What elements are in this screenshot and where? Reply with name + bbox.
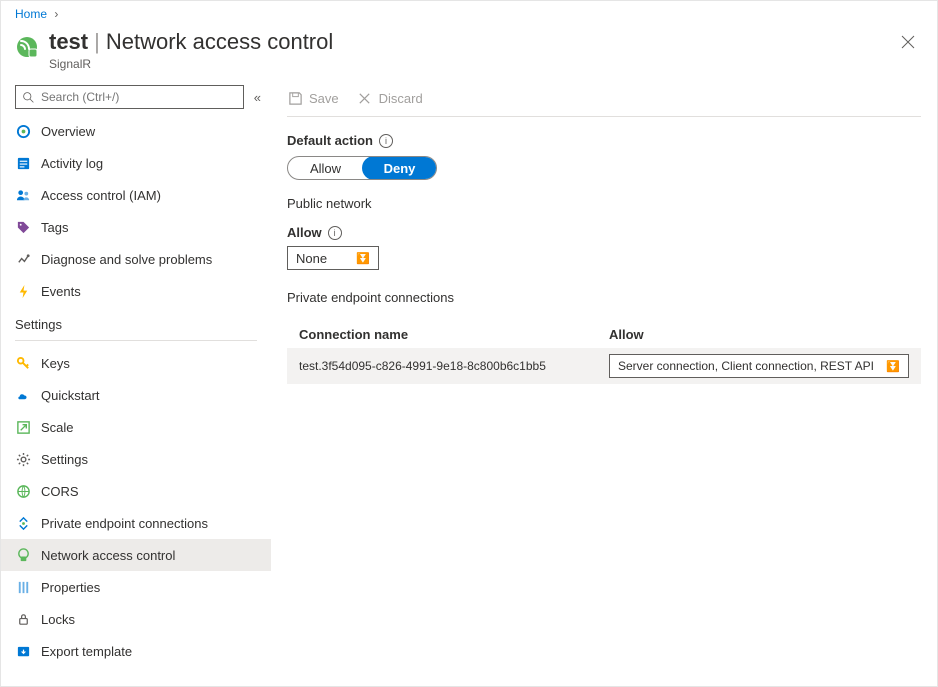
col-allow: Allow xyxy=(609,327,909,342)
scale-icon xyxy=(15,419,31,435)
breadcrumb-home[interactable]: Home xyxy=(15,7,47,21)
access-control-icon xyxy=(15,187,31,203)
diagnose-icon xyxy=(15,251,31,267)
cors-icon xyxy=(15,483,31,499)
sidebar-item-events[interactable]: Events xyxy=(1,275,271,307)
locks-icon xyxy=(15,611,31,627)
default-action-label: Default action i xyxy=(287,133,921,148)
sidebar-item-export-template[interactable]: Export template xyxy=(1,635,271,667)
properties-icon xyxy=(15,579,31,595)
discard-icon xyxy=(357,91,373,107)
row-allow-dropdown[interactable]: Server connection, Client connection, RE… xyxy=(609,354,909,378)
overview-icon xyxy=(15,123,31,139)
chevron-down-icon: ⏬ xyxy=(356,252,370,265)
sidebar-item-private-endpoint[interactable]: Private endpoint connections xyxy=(1,507,271,539)
sidebar-item-activity-log[interactable]: Activity log xyxy=(1,147,271,179)
sidebar-item-overview[interactable]: Overview xyxy=(1,115,271,147)
quickstart-icon xyxy=(15,387,31,403)
chevron-right-icon: › xyxy=(54,7,58,21)
sidebar-item-scale[interactable]: Scale xyxy=(1,411,271,443)
connection-name-cell: test.3f54d095-c826-4991-9e18-8c800b6c1bb… xyxy=(299,359,609,373)
sidebar-item-quickstart[interactable]: Quickstart xyxy=(1,379,271,411)
discard-button[interactable]: Discard xyxy=(357,91,423,107)
sidebar-item-properties[interactable]: Properties xyxy=(1,571,271,603)
signalr-icon xyxy=(15,35,39,59)
private-endpoint-heading: Private endpoint connections xyxy=(287,290,921,305)
private-endpoint-icon xyxy=(15,515,31,531)
sidebar-item-network-access[interactable]: Network access control xyxy=(1,539,271,571)
tags-icon xyxy=(15,219,31,235)
keys-icon xyxy=(15,355,31,371)
resource-type-label: SignalR xyxy=(49,57,333,71)
search-input-wrap[interactable] xyxy=(15,85,244,109)
public-allow-dropdown[interactable]: None ⏬ xyxy=(287,246,379,270)
default-action-toggle[interactable]: Allow Deny xyxy=(287,156,437,180)
sidebar-item-cors[interactable]: CORS xyxy=(1,475,271,507)
col-connection-name: Connection name xyxy=(299,327,609,342)
toggle-allow[interactable]: Allow xyxy=(288,157,363,179)
chevron-down-icon: ⏬ xyxy=(886,360,900,373)
save-button[interactable]: Save xyxy=(287,91,339,107)
public-network-heading: Public network xyxy=(287,196,921,211)
info-icon[interactable]: i xyxy=(379,134,393,148)
divider xyxy=(15,340,257,341)
sidebar-item-tags[interactable]: Tags xyxy=(1,211,271,243)
export-template-icon xyxy=(15,643,31,659)
command-bar: Save Discard xyxy=(287,85,921,117)
sidebar-item-access-control[interactable]: Access control (IAM) xyxy=(1,179,271,211)
collapse-sidebar-icon[interactable]: « xyxy=(254,90,261,105)
sidebar-item-diagnose[interactable]: Diagnose and solve problems xyxy=(1,243,271,275)
table-header: Connection name Allow xyxy=(287,317,921,348)
breadcrumb: Home › xyxy=(1,1,937,25)
info-icon[interactable]: i xyxy=(328,226,342,240)
gear-icon xyxy=(15,451,31,467)
sidebar: « Overview Activity log Access control (… xyxy=(1,79,271,686)
save-icon xyxy=(287,91,303,107)
activity-log-icon xyxy=(15,155,31,171)
toggle-deny[interactable]: Deny xyxy=(362,156,437,180)
page-title: test|Network access control xyxy=(49,29,333,55)
sidebar-item-keys[interactable]: Keys xyxy=(1,347,271,379)
public-allow-label: Allow i xyxy=(287,225,921,240)
sidebar-section-settings: Settings xyxy=(1,307,271,336)
close-icon[interactable] xyxy=(895,29,921,59)
events-icon xyxy=(15,283,31,299)
sidebar-item-settings[interactable]: Settings xyxy=(1,443,271,475)
sidebar-item-locks[interactable]: Locks xyxy=(1,603,271,635)
table-row: test.3f54d095-c826-4991-9e18-8c800b6c1bb… xyxy=(287,348,921,384)
search-icon xyxy=(22,91,35,104)
search-input[interactable] xyxy=(39,89,237,105)
main-content: Save Discard Default action i Allow Deny… xyxy=(271,79,937,686)
network-access-icon xyxy=(15,547,31,563)
page-header: test|Network access control SignalR xyxy=(1,25,937,79)
